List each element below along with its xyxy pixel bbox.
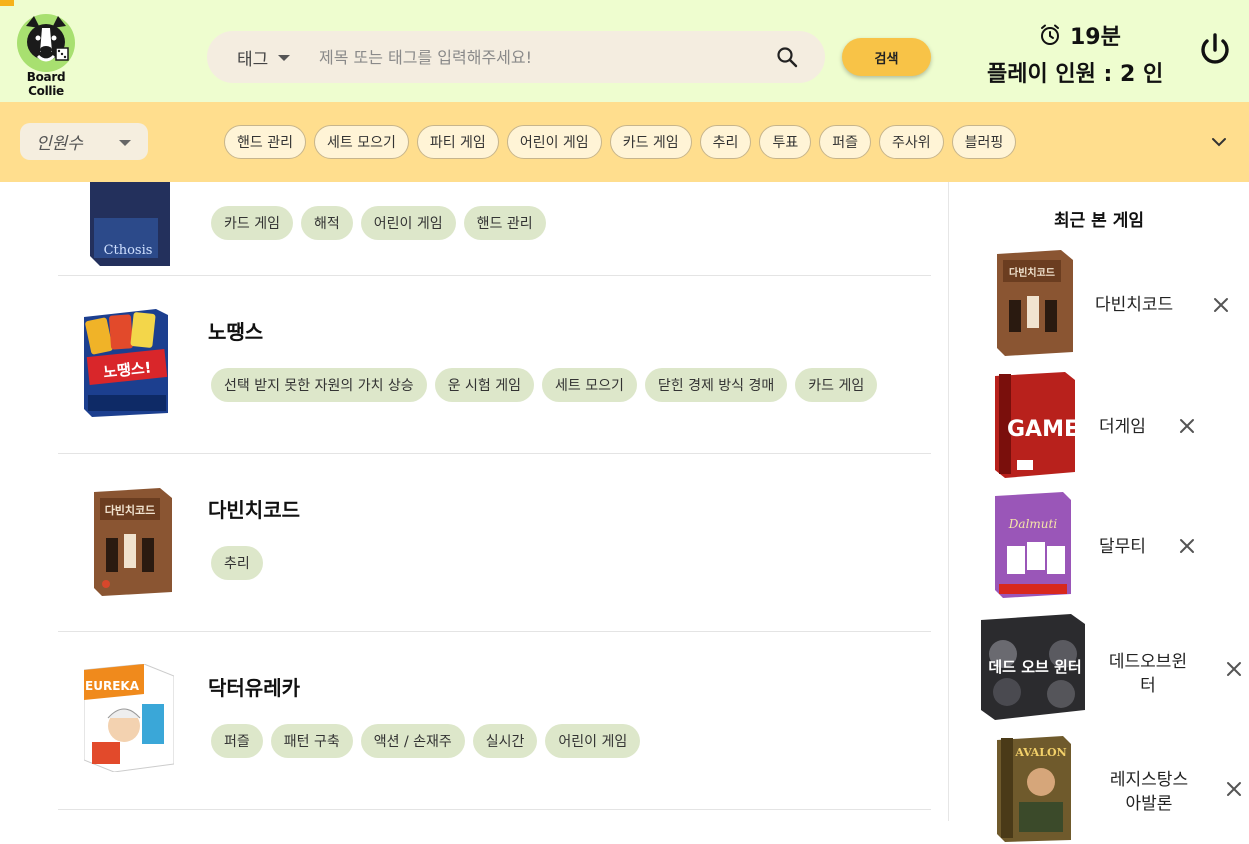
close-icon[interactable] (1225, 660, 1243, 678)
game-tag[interactable]: 패턴 구축 (270, 724, 353, 758)
game-list-item[interactable]: 다빈치코드 다빈치코드 추리 (58, 454, 931, 632)
filter-tag-list: 핸드 관리 세트 모으기 파티 게임 어린이 게임 카드 게임 추리 투표 퍼즐… (224, 125, 1017, 159)
game-list-item[interactable]: Cthosis 카드 게임 해적 어린이 게임 핸드 관리 (58, 182, 931, 276)
game-cover-image: 다빈치코드 (94, 488, 172, 596)
player-count: 플레이 인원 : 2 인 (987, 62, 1164, 87)
game-tag[interactable]: 카드 게임 (795, 368, 878, 402)
cover-text: 다빈치코드 (105, 503, 156, 517)
logo-text: Board Collie (26, 70, 66, 98)
cover-text: Cthosis (104, 243, 153, 258)
recent-game-item[interactable]: AVALON 레지스탕스 아발론 (949, 734, 1249, 844)
cover-text: GAME (1007, 417, 1077, 442)
recent-game-item[interactable]: 다빈치코드 다빈치코드 (949, 250, 1249, 360)
game-tag-list: 카드 게임 해적 어린이 게임 핸드 관리 (211, 206, 546, 240)
cover-text: AVALON (1014, 746, 1066, 759)
game-tag[interactable]: 선택 받지 못한 자원의 가치 상승 (211, 368, 427, 402)
filter-tag[interactable]: 추리 (699, 125, 752, 159)
recent-game-cover: Dalmuti (995, 492, 1071, 598)
search-type-label: 태그 (237, 49, 269, 70)
search-button[interactable]: 검색 (842, 38, 931, 76)
close-icon[interactable] (1225, 780, 1243, 798)
filter-tag[interactable]: 주사위 (878, 125, 944, 159)
cover-text: Dalmuti (1008, 517, 1058, 531)
game-tag[interactable]: 핸드 관리 (463, 206, 546, 240)
collie-logo-icon (17, 14, 75, 72)
game-title[interactable]: 닥터유레카 (208, 672, 300, 701)
game-tag[interactable]: 추리 (211, 546, 263, 580)
game-title[interactable]: 노땡스 (208, 316, 263, 345)
game-tag-list: 퍼즐 패턴 구축 액션 / 손재주 실시간 어린이 게임 (211, 724, 641, 758)
game-list-item[interactable]: EUREKA 닥터유레카 퍼즐 패턴 구축 액션 / 손재주 실시간 어린이 게… (58, 632, 931, 810)
filter-tag[interactable]: 퍼즐 (819, 125, 871, 159)
filter-tag[interactable]: 어린이 게임 (506, 125, 602, 159)
recent-games-title: 최근 본 게임 (1053, 211, 1145, 231)
recent-game-name[interactable]: 다빈치코드 (1095, 293, 1173, 317)
search-input[interactable] (319, 41, 759, 73)
recent-game-name[interactable]: 더게임 (1099, 415, 1146, 439)
recent-game-name[interactable]: 데드오브윈터 (1105, 650, 1191, 698)
game-cover-image: 노땡스! (84, 309, 168, 417)
game-cover-image: Cthosis (90, 182, 170, 266)
recent-game-cover: 데드 오브 윈터 (981, 614, 1085, 720)
corner-mark (0, 0, 14, 6)
game-cover-image: EUREKA (84, 664, 174, 772)
caret-down-icon (278, 55, 291, 61)
game-list: Cthosis 카드 게임 해적 어린이 게임 핸드 관리 노땡스! 노땡스 선… (58, 182, 931, 821)
alarm-clock-icon (1041, 24, 1059, 45)
filter-tag[interactable]: 투표 (759, 125, 812, 159)
game-list-item[interactable]: 노땡스! 노땡스 선택 받지 못한 자원의 가치 상승 운 시험 게임 세트 모… (58, 276, 931, 454)
recent-game-name[interactable]: 레지스탕스 아발론 (1101, 768, 1197, 816)
tag-filter-bar: 인원수 핸드 관리 세트 모으기 파티 게임 어린이 게임 카드 게임 추리 투… (0, 102, 1249, 182)
game-title[interactable]: 다빈치코드 (208, 494, 300, 523)
power-icon[interactable] (1197, 32, 1233, 68)
play-time: 19분 (1038, 19, 1121, 51)
game-tag[interactable]: 세트 모으기 (542, 368, 637, 402)
game-tag-list: 선택 받지 못한 자원의 가치 상승 운 시험 게임 세트 모으기 닫힌 경제 … (211, 368, 878, 402)
play-time-text: 19분 (1070, 25, 1121, 50)
game-tag[interactable]: 퍼즐 (211, 724, 263, 758)
caret-down-icon (118, 139, 131, 146)
recent-game-item[interactable]: Dalmuti 달무티 (949, 492, 1249, 602)
recent-game-cover: GAME (995, 372, 1077, 478)
game-tag[interactable]: 실시간 (472, 724, 538, 758)
game-tag[interactable]: 어린이 게임 (545, 724, 641, 758)
recent-game-cover: 다빈치코드 (997, 250, 1073, 356)
search-icon[interactable] (775, 45, 799, 69)
search-bar: 태그 (207, 31, 825, 83)
people-count-label: 인원수 (36, 134, 83, 154)
recent-games-sidebar: 최근 본 게임 다빈치코드 다빈치코드 GAME 더게임 Dalmuti 달무티… (948, 182, 1249, 842)
cover-text: 다빈치코드 (1009, 266, 1055, 279)
filter-tag[interactable]: 카드 게임 (609, 125, 692, 159)
close-icon[interactable] (1178, 417, 1196, 435)
game-tag-list: 추리 (211, 546, 263, 580)
site-logo[interactable]: Board Collie (8, 12, 84, 98)
cover-text: EUREKA (85, 679, 140, 693)
recent-game-cover: AVALON (997, 736, 1071, 842)
search-type-select[interactable]: 태그 (237, 31, 291, 83)
top-header: Board Collie 태그 검색 19분 플레이 인원 : 2 인 (0, 0, 1249, 102)
cover-text: 데드 오브 윈터 (988, 658, 1081, 676)
game-tag[interactable]: 운 시험 게임 (434, 368, 535, 402)
filter-tag[interactable]: 핸드 관리 (224, 125, 306, 159)
people-count-select[interactable]: 인원수 (20, 123, 148, 160)
game-tag[interactable]: 액션 / 손재주 (360, 724, 465, 758)
recent-game-item[interactable]: GAME 더게임 (949, 372, 1249, 482)
filter-tag[interactable]: 세트 모으기 (313, 125, 409, 159)
game-tag[interactable]: 카드 게임 (211, 206, 293, 240)
game-tag[interactable]: 어린이 게임 (360, 206, 456, 240)
recent-game-name[interactable]: 달무티 (1099, 535, 1146, 559)
game-tag[interactable]: 닫힌 경제 방식 경매 (644, 368, 788, 402)
recent-game-item[interactable]: 데드 오브 윈터 데드오브윈터 (949, 614, 1249, 724)
close-icon[interactable] (1212, 296, 1230, 314)
filter-tag[interactable]: 블러핑 (951, 125, 1017, 159)
close-icon[interactable] (1178, 537, 1196, 555)
filter-tag[interactable]: 파티 게임 (416, 125, 499, 159)
chevron-down-icon[interactable] (1208, 131, 1230, 153)
game-tag[interactable]: 해적 (300, 206, 353, 240)
